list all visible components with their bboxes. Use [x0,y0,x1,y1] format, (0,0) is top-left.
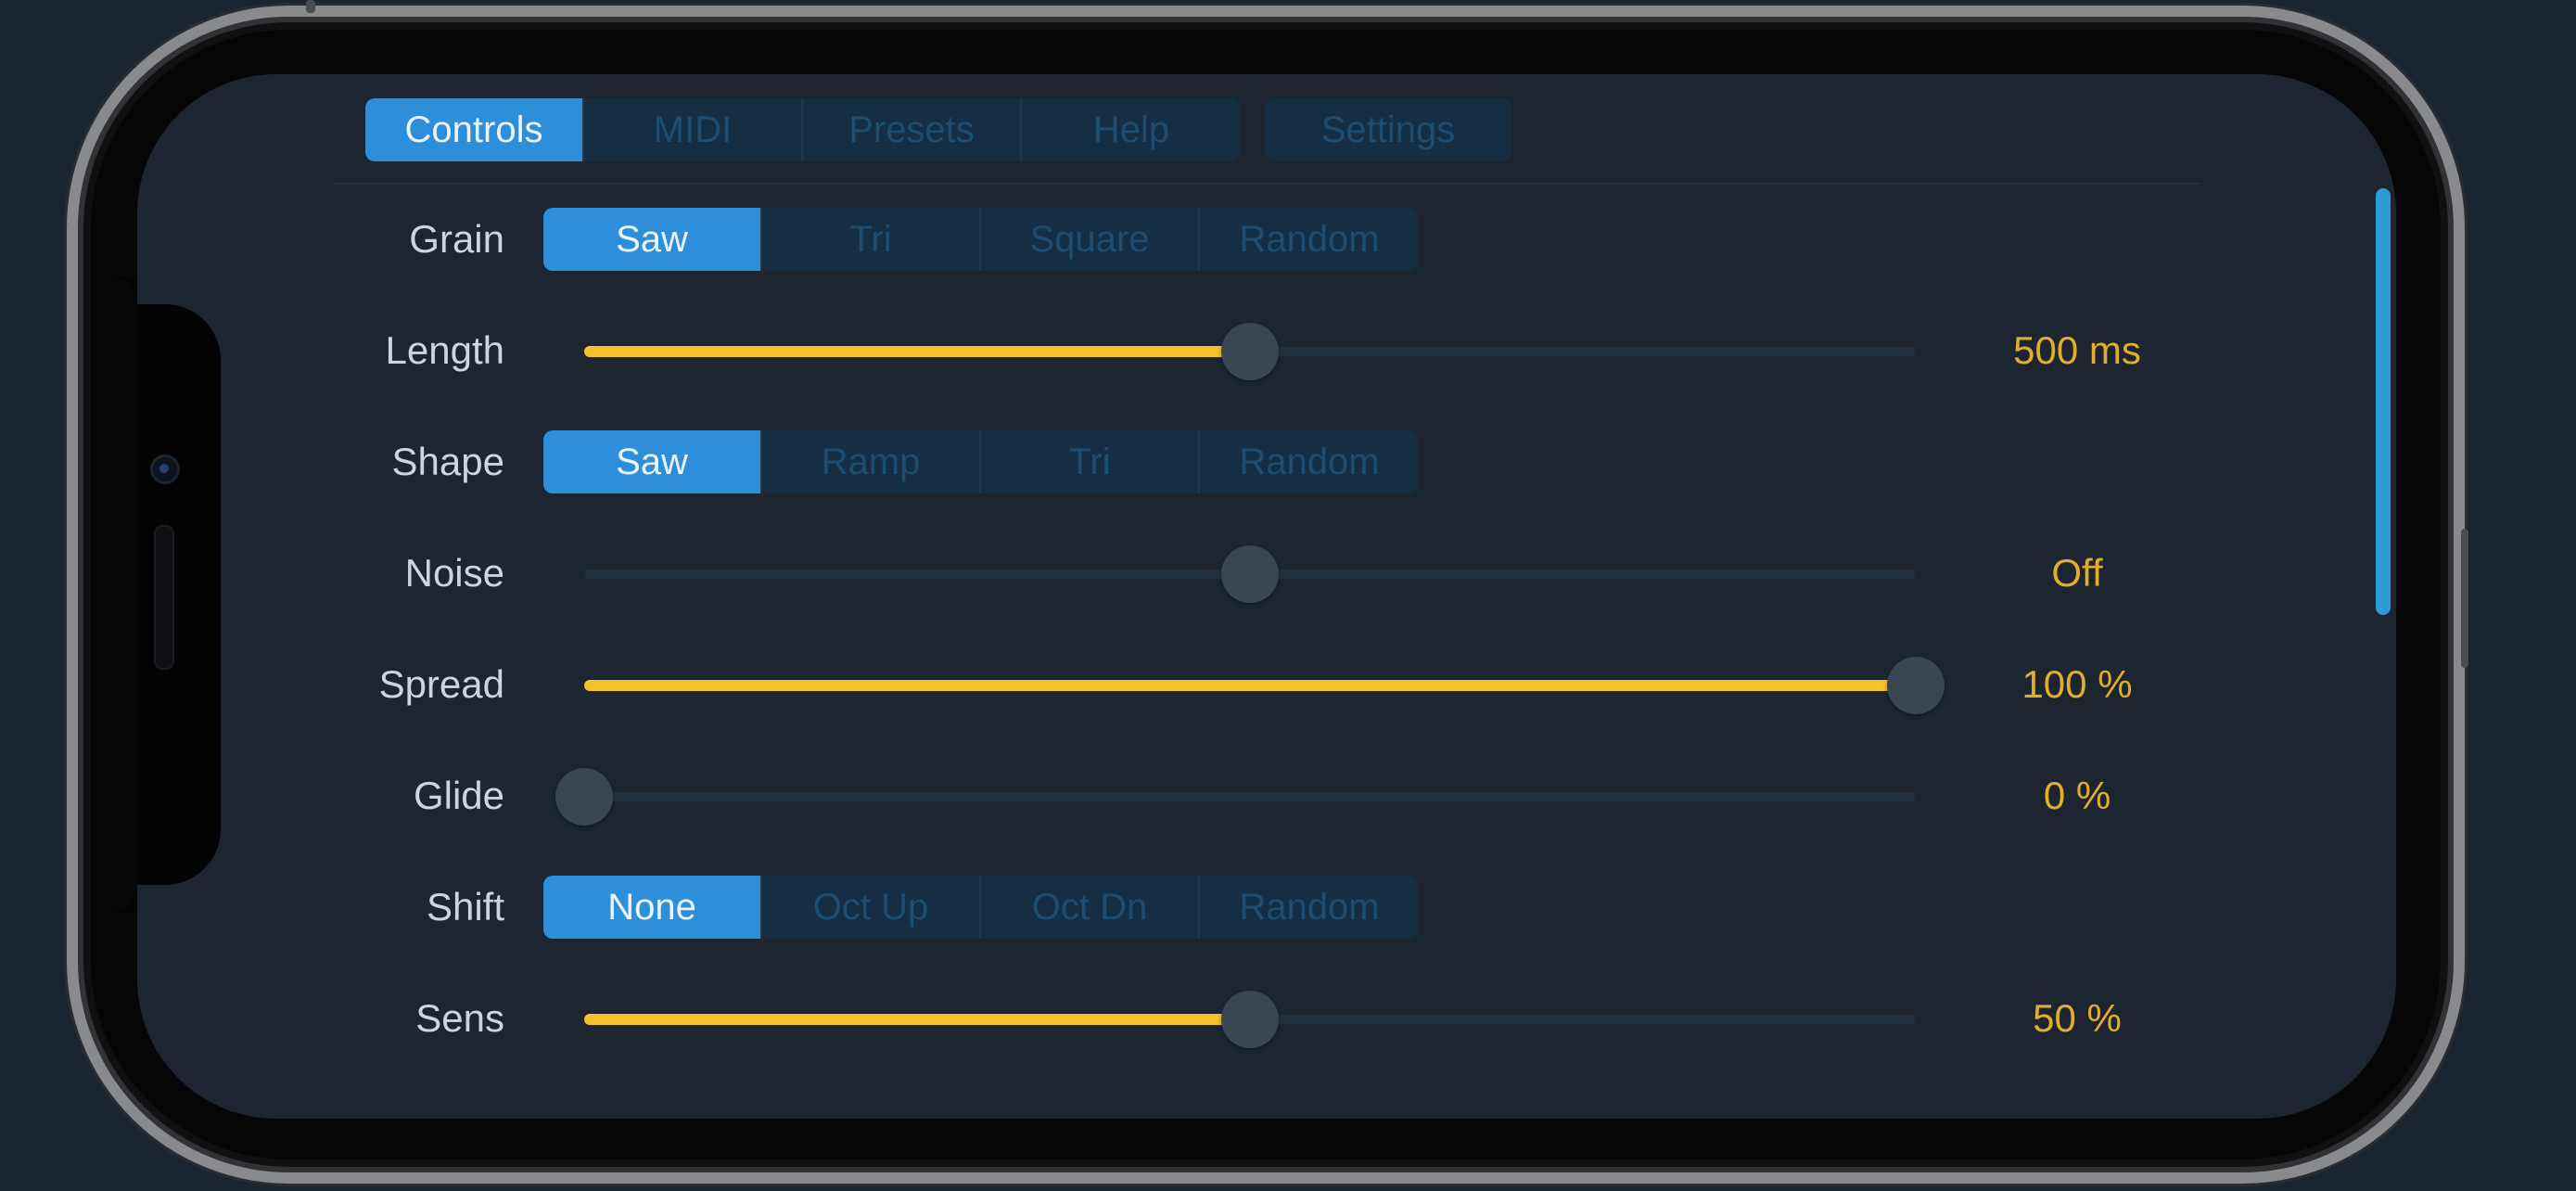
shape-option-random[interactable]: Random [1200,430,1419,493]
spread-label: Spread [378,662,504,706]
shift-selector: None Oct Up Oct Dn Random [543,876,1419,939]
scrollbar[interactable] [2376,188,2391,615]
slider-thumb[interactable] [1887,657,1945,714]
glide-value: 0 % [2043,774,2111,817]
front-camera-icon [150,455,180,484]
tab-help[interactable]: Help [1022,98,1241,161]
length-label: Length [385,328,504,372]
grain-option-saw[interactable]: Saw [543,208,762,271]
shape-option-tri[interactable]: Tri [981,430,1200,493]
shift-label: Shift [426,885,504,928]
grain-selector: Saw Tri Square Random [543,208,1419,271]
length-value: 500 ms [2013,328,2141,372]
shift-option-oct-dn[interactable]: Oct Dn [981,876,1200,939]
slider-fill [584,680,1916,691]
grain-option-square[interactable]: Square [981,208,1200,271]
tab-controls[interactable]: Controls [365,98,584,161]
noise-slider[interactable] [584,545,1916,603]
shift-option-none[interactable]: None [543,876,762,939]
grain-option-tri[interactable]: Tri [762,208,981,271]
slider-thumb[interactable] [1221,323,1279,380]
shift-option-oct-up[interactable]: Oct Up [762,876,981,939]
slider-thumb[interactable] [555,768,613,826]
slider-track [584,792,1916,801]
earpiece-speaker [154,525,174,670]
slider-fill [584,1014,1250,1025]
shape-label: Shape [391,440,504,483]
noise-value: Off [2051,551,2103,595]
tab-presets[interactable]: Presets [803,98,1022,161]
slider-fill [584,346,1250,357]
spread-slider[interactable] [584,657,1945,714]
shape-option-saw[interactable]: Saw [543,430,762,493]
header-divider [334,183,2200,185]
tab-bar: Controls MIDI Presets Help [365,98,1241,161]
sensor-housing [109,304,221,913]
slider-thumb[interactable] [1221,991,1279,1048]
grain-option-random[interactable]: Random [1200,208,1419,271]
glide-slider[interactable] [555,768,1916,826]
shape-selector: Saw Ramp Tri Random [543,430,1419,493]
slider-thumb[interactable] [1221,545,1279,603]
tab-settings[interactable]: Settings [1265,98,1511,161]
sens-slider[interactable] [584,991,1916,1048]
shape-option-ramp[interactable]: Ramp [762,430,981,493]
sens-value: 50 % [2033,996,2122,1040]
glide-label: Glide [413,774,504,817]
sens-label: Sens [415,996,504,1040]
shift-option-random[interactable]: Random [1200,876,1419,939]
tab-midi[interactable]: MIDI [584,98,803,161]
length-slider[interactable] [584,323,1916,380]
noise-label: Noise [404,551,504,595]
volume-button [306,0,315,13]
power-button [2461,529,2468,668]
spread-value: 100 % [2021,662,2133,706]
grain-label: Grain [409,217,504,261]
